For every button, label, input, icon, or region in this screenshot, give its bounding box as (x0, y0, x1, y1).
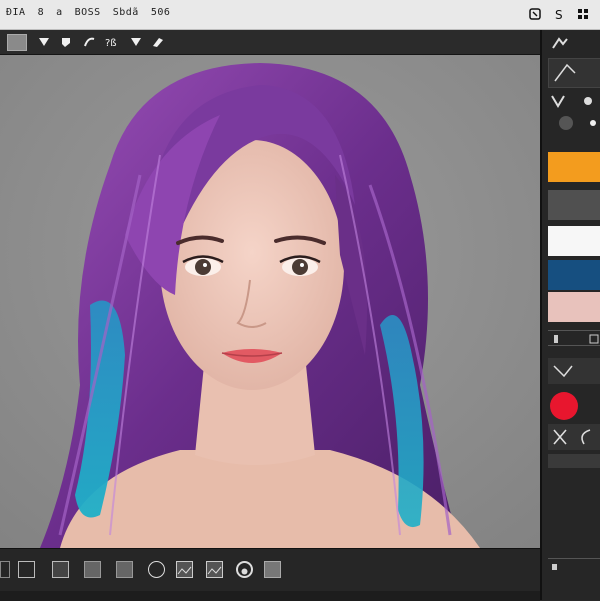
panel-divider (548, 330, 600, 346)
swatch-navy[interactable] (548, 260, 600, 290)
rectangle-tool[interactable] (0, 561, 10, 578)
panel-footer (548, 558, 600, 574)
pin-icon[interactable] (550, 36, 570, 53)
bottom-toolbar (0, 548, 540, 601)
menu-item-3[interactable]: a (56, 7, 63, 18)
brush-options[interactable] (548, 92, 600, 110)
menu-bar: ĐIA 8 a BOSS Sbdã 506 S (0, 0, 600, 30)
move-tool-icon[interactable] (36, 34, 52, 50)
menu-left-group: ĐIA 8 a BOSS Sbdã 506 (6, 7, 170, 18)
radio-tool[interactable] (236, 561, 253, 578)
circle-tool[interactable] (148, 561, 165, 578)
swatch-gray[interactable] (548, 190, 600, 220)
menu-item-2[interactable]: 8 (38, 7, 45, 18)
canvas[interactable] (0, 55, 540, 548)
portrait-image (0, 55, 540, 548)
fill-tool-icon[interactable] (128, 34, 144, 50)
foreground-color[interactable] (548, 388, 600, 424)
lasso-tool-icon[interactable] (82, 34, 98, 50)
square-tool-2[interactable] (116, 561, 133, 578)
square-fill-tool[interactable] (52, 561, 69, 578)
photo-editor-window: ĐIA 8 a BOSS Sbdã 506 S ?ß (0, 0, 600, 601)
square-tool[interactable] (84, 561, 101, 578)
swatch-orange[interactable] (548, 152, 600, 182)
pen-tool-icon[interactable] (150, 34, 166, 50)
layers-icon[interactable] (528, 7, 542, 21)
menu-item-4[interactable]: BOSS (75, 7, 101, 18)
svg-text:S: S (555, 8, 563, 21)
image-tool[interactable] (176, 561, 193, 578)
marquee-tool-icon[interactable] (7, 34, 27, 51)
brush-tool-icon[interactable] (58, 34, 74, 50)
swatch-pink[interactable] (548, 292, 600, 322)
menu-item-5[interactable]: Sbdã (113, 7, 139, 18)
swatch-white[interactable] (548, 226, 600, 256)
settings-icon[interactable]: S (552, 7, 566, 22)
grid-icon[interactable] (576, 7, 590, 21)
tool-slot-bottom[interactable] (548, 424, 600, 450)
tool-options-bar: ?ß (0, 30, 540, 55)
rectangle-outline-tool[interactable] (18, 561, 35, 578)
menu-right-group: S (528, 7, 590, 22)
svg-text:?ß: ?ß (105, 38, 117, 49)
tool-preview-slot[interactable] (548, 58, 600, 88)
eyedropper-tool-icon[interactable]: ?ß (104, 34, 120, 50)
cut-tool-slot[interactable] (548, 358, 600, 384)
right-panel (540, 30, 600, 600)
image-alt-tool[interactable] (206, 561, 223, 578)
menu-item-6[interactable]: 506 (151, 7, 171, 18)
square-small-tool[interactable] (264, 561, 281, 578)
panel-spacer (548, 454, 600, 468)
brush-size-slider[interactable] (548, 112, 600, 134)
menu-item-1[interactable]: ĐIA (6, 7, 26, 18)
